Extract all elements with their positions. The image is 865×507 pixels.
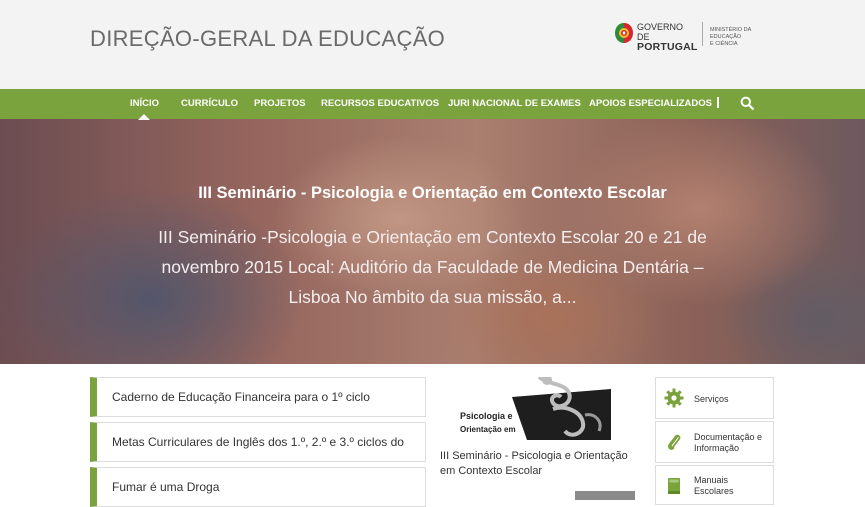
sidebar-item-label: Serviços xyxy=(694,394,729,404)
news-thumbnail-text-2: Orientação em xyxy=(460,425,516,434)
paperclip-icon xyxy=(668,434,681,450)
active-nav-indicator xyxy=(138,114,150,120)
nav-item-recursos-educativos[interactable]: Recursos Educativos xyxy=(321,89,439,119)
nav-item-juri-nacional-de-exames[interactable]: Juri Nacional de Exames xyxy=(448,89,581,119)
sidebar-item-label: Documentação e Informação xyxy=(694,432,763,453)
search-icon[interactable] xyxy=(740,96,754,110)
list-item-label: Caderno de Educação Financeira para o 1º… xyxy=(112,390,370,404)
sidebar-item-label: Manuais Escolares xyxy=(694,475,734,496)
hero-slide[interactable]: III Seminário - Psicologia e Orientação … xyxy=(0,119,865,364)
main-navigation: Início Currículo Projetos Recursos Educa… xyxy=(0,89,865,119)
sidebar-item-servicos[interactable]: Serviços xyxy=(655,377,774,419)
hero-excerpt: III Seminário -Psicologia e Orientação e… xyxy=(158,227,707,307)
list-item[interactable]: Metas Curriculares de Inglês dos 1.º, 2.… xyxy=(90,422,426,462)
gov-line2: PORTUGAL xyxy=(637,41,698,53)
book-icon xyxy=(668,478,680,494)
list-item-label: Fumar é uma Droga xyxy=(112,480,220,494)
news-thumbnail[interactable]: Psicologia e Orientação em xyxy=(457,377,611,440)
news-caption[interactable]: III Seminário - Psicologia e Orientação … xyxy=(440,449,640,479)
ministry-line2: E CIÊNCIA xyxy=(710,41,738,47)
sidebar-item-manuais-escolares[interactable]: Manuais Escolares xyxy=(655,465,774,505)
site-header: DIREÇÃO-GERAL DA EDUCAÇÃO GOVERNO DE POR… xyxy=(0,0,865,89)
gov-line1: GOVERNO DE xyxy=(637,22,684,42)
ministry-name: MINISTÉRIO DA EDUCAÇÃO E CIÊNCIA xyxy=(710,27,780,48)
list-item-label: Metas Curriculares de Inglês dos 1.º, 2.… xyxy=(112,435,404,449)
nav-item-projetos[interactable]: Projetos xyxy=(254,89,306,119)
site-title[interactable]: DIREÇÃO-GERAL DA EDUCAÇÃO xyxy=(90,26,445,52)
logo-divider xyxy=(702,22,703,46)
hero-title[interactable]: III Seminário - Psicologia e Orientação … xyxy=(0,184,865,203)
sidebar-item-documentacao[interactable]: Documentação e Informação xyxy=(655,421,774,463)
gear-icon xyxy=(664,388,684,408)
list-item[interactable]: Caderno de Educação Financeira para o 1º… xyxy=(90,377,426,417)
nav-divider xyxy=(717,97,719,108)
news-thumbnail-text-1: Psicologia e xyxy=(460,411,513,421)
portugal-emblem-icon xyxy=(615,23,633,43)
nav-item-apoios-especializados[interactable]: Apoios Especializados xyxy=(589,89,712,119)
ministry-line1: MINISTÉRIO DA EDUCAÇÃO xyxy=(710,27,751,40)
news-thumbnail-next[interactable] xyxy=(575,491,635,500)
nav-item-curriculo[interactable]: Currículo xyxy=(181,89,238,119)
list-item[interactable]: Fumar é uma Droga xyxy=(90,467,426,507)
government-name: GOVERNO DE PORTUGAL xyxy=(637,22,698,52)
